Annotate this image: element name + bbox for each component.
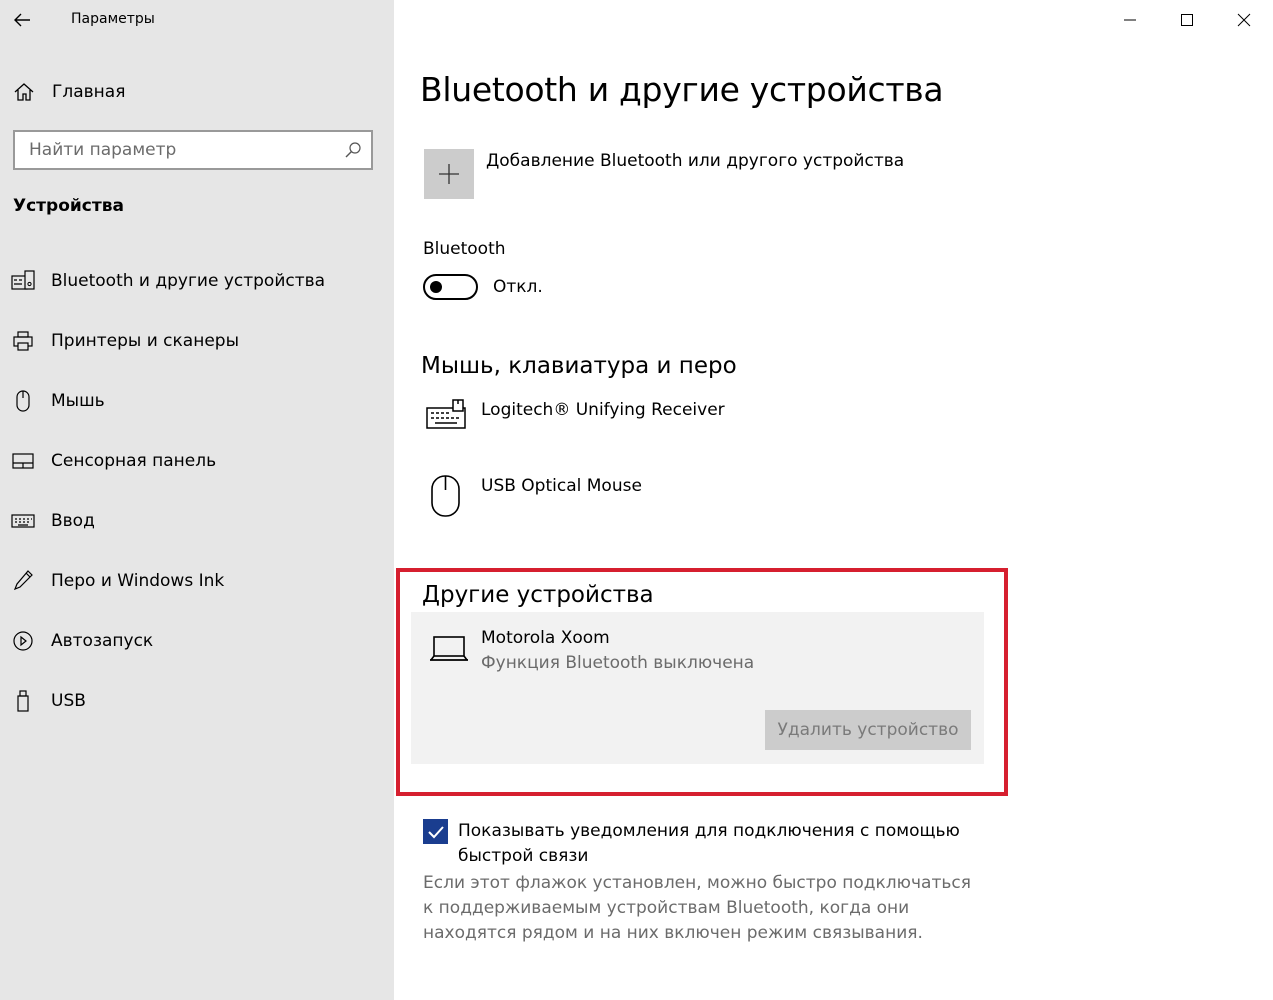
search-box (13, 130, 373, 170)
pen-icon (10, 568, 36, 594)
group-title-other: Другие устройства (422, 582, 654, 608)
sidebar-item-label: Bluetooth и другие устройства (51, 271, 326, 291)
back-button[interactable] (8, 6, 36, 34)
sidebar-item-input[interactable]: Ввод (10, 506, 95, 536)
search-icon[interactable] (344, 141, 362, 159)
device-name: USB Optical Mouse (481, 476, 642, 496)
sidebar-item-autoplay[interactable]: Автозапуск (10, 626, 153, 656)
sidebar-item-label: Сенсорная панель (51, 451, 217, 471)
app-title: Параметры (71, 11, 155, 27)
sidebar-item-label: Ввод (51, 511, 95, 531)
home-icon (12, 80, 36, 104)
maximize-button[interactable] (1169, 4, 1205, 36)
sidebar-item-home[interactable]: Главная (12, 78, 125, 106)
touchpad-icon (10, 448, 36, 474)
keyboard-icon (10, 508, 36, 534)
laptop-icon (429, 634, 469, 668)
search-input[interactable] (15, 132, 335, 168)
keyboard-icon (426, 398, 468, 436)
sidebar-item-label: Принтеры и сканеры (51, 331, 239, 351)
toggle-knob (430, 281, 442, 293)
autoplay-icon (10, 628, 36, 654)
bluetooth-state: Откл. (493, 277, 543, 297)
swift-pair-checkbox[interactable] (423, 819, 448, 844)
swift-pair-hint: Если этот флажок установлен, можно быстр… (423, 873, 971, 943)
group-title-input: Мышь, клавиатура и перо (421, 353, 737, 379)
printer-icon (10, 328, 36, 354)
sidebar-item-usb[interactable]: USB (10, 686, 86, 716)
sidebar-section-title: Устройства (13, 196, 124, 216)
sidebar: Параметры Главная Устройства Bluetooth и… (0, 0, 394, 1000)
plus-icon (439, 164, 459, 184)
sidebar-item-touchpad[interactable]: Сенсорная панель (10, 446, 216, 476)
checkmark-icon (427, 825, 444, 838)
sidebar-item-label: USB (51, 691, 86, 711)
minimize-icon (1124, 19, 1136, 21)
sidebar-item-label: Главная (52, 82, 126, 102)
sidebar-item-label: Мышь (51, 391, 105, 411)
sidebar-item-bluetooth[interactable]: Bluetooth и другие устройства (10, 266, 325, 296)
sidebar-item-printers[interactable]: Принтеры и сканеры (10, 326, 239, 356)
mouse-icon (430, 474, 462, 524)
sidebar-item-label: Перо и Windows Ink (51, 571, 225, 591)
remove-device-button[interactable]: Удалить устройство (765, 710, 971, 750)
bluetooth-toggle[interactable] (423, 274, 478, 300)
add-device-label[interactable]: Добавление Bluetooth или другого устройс… (486, 151, 904, 171)
sidebar-item-label: Автозапуск (51, 631, 154, 651)
back-arrow-icon (14, 13, 30, 27)
device-name: Motorola Xoom (481, 628, 610, 648)
sidebar-item-mouse[interactable]: Мышь (10, 386, 105, 416)
usb-icon (10, 688, 36, 714)
page-title: Bluetooth и другие устройства (420, 70, 944, 109)
sidebar-item-pen[interactable]: Перо и Windows Ink (10, 566, 224, 596)
device-status: Функция Bluetooth выключена (481, 653, 755, 673)
add-device-button[interactable] (424, 149, 474, 199)
close-button[interactable] (1226, 4, 1262, 36)
minimize-button[interactable] (1112, 4, 1148, 36)
device-card-motorola[interactable]: Motorola Xoom Функция Bluetooth выключен… (411, 612, 984, 764)
mouse-icon (10, 388, 36, 414)
maximize-icon (1181, 14, 1193, 26)
bluetooth-devices-icon (10, 268, 36, 294)
swift-pair-label[interactable]: Показывать уведомления для подключения с… (458, 819, 978, 869)
bluetooth-label: Bluetooth (423, 239, 506, 259)
device-name: Logitech® Unifying Receiver (481, 400, 725, 420)
close-icon (1237, 13, 1251, 27)
